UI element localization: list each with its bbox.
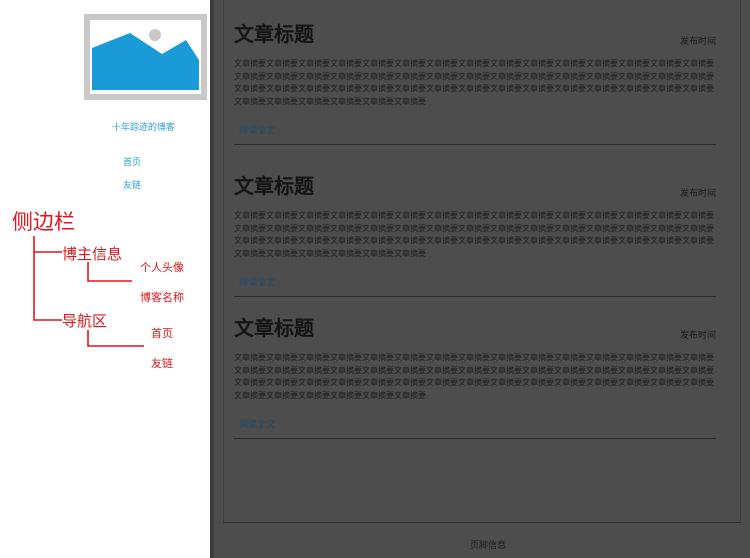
main-content: 文章标题 发布时间 文章摘要文章摘要文章摘要文章摘要文章摘要文章摘要文章摘要文章… xyxy=(210,0,750,558)
annotation-avatar-label: 个人头像 xyxy=(140,261,184,274)
article-divider xyxy=(234,296,716,297)
article-summary: 文章摘要文章摘要文章摘要文章摘要文章摘要文章摘要文章摘要文章摘要文章摘要文章摘要… xyxy=(234,59,714,106)
article-divider xyxy=(234,438,716,439)
footer-divider xyxy=(223,522,741,523)
read-more-link[interactable]: 阅读全文 xyxy=(239,275,275,288)
read-more-link[interactable]: 阅读全文 xyxy=(239,123,275,136)
article-title[interactable]: 文章标题 xyxy=(234,170,314,199)
sidebar-divider xyxy=(210,0,214,558)
annotation-blog-name-label: 博客名称 xyxy=(140,291,184,304)
annotation-blogger-info-label: 博主信息 xyxy=(62,245,123,263)
article-date: 发布时间 xyxy=(679,331,716,341)
content-left-border xyxy=(223,0,224,522)
sidebar: 十年踪迹的博客 首页 友链 侧边栏 博主信息 个人头像 博客名称 导航区 首页 … xyxy=(0,0,210,558)
annotation-home-label: 首页 xyxy=(151,327,173,340)
annotation-friend-links-label: 友链 xyxy=(151,357,173,370)
annotation-sidebar-label: 侧边栏 xyxy=(12,210,75,234)
article-title[interactable]: 文章标题 xyxy=(234,18,314,47)
article-date: 发布时间 xyxy=(679,37,716,47)
article-divider xyxy=(234,144,716,145)
article-title[interactable]: 文章标题 xyxy=(234,312,314,341)
read-more-link[interactable]: 阅读全文 xyxy=(239,417,275,430)
article-date: 发布时间 xyxy=(679,189,716,199)
article-summary: 文章摘要文章摘要文章摘要文章摘要文章摘要文章摘要文章摘要文章摘要文章摘要文章摘要… xyxy=(234,211,714,258)
footer-info: 页脚信息 xyxy=(470,541,507,551)
article-summary: 文章摘要文章摘要文章摘要文章摘要文章摘要文章摘要文章摘要文章摘要文章摘要文章摘要… xyxy=(234,353,714,400)
annotation-nav-area-label: 导航区 xyxy=(62,312,108,330)
content-right-border xyxy=(740,0,741,522)
page: 十年踪迹的博客 首页 友链 侧边栏 博主信息 个人头像 博客名称 导航区 首页 … xyxy=(0,0,750,558)
